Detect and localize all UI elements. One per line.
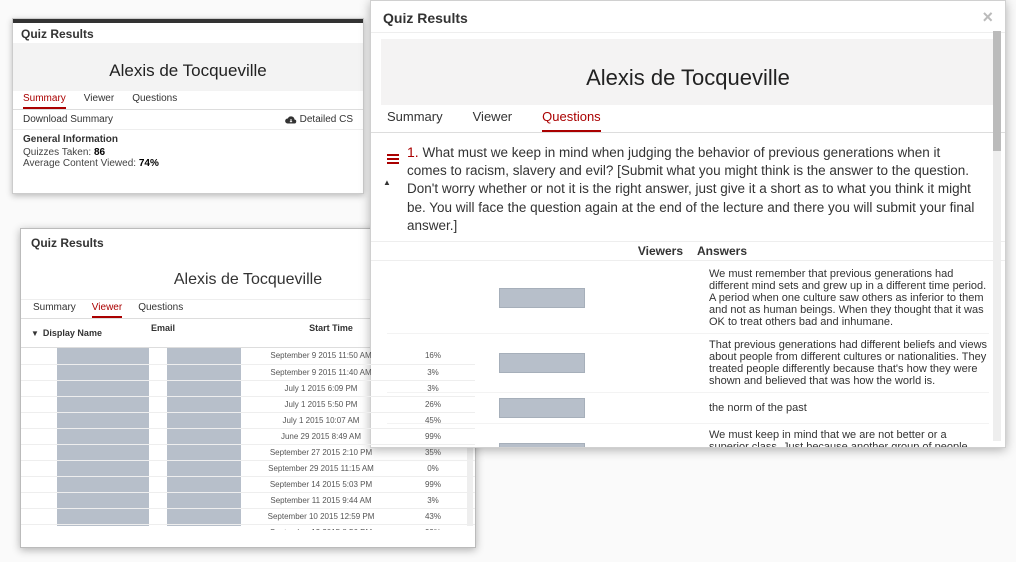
cloud-download-icon (285, 115, 297, 125)
tabs-row: Summary Viewer Questions (371, 105, 1005, 133)
cell-content-watched: 16% (391, 348, 475, 364)
col-display-name[interactable]: Display Name (31, 323, 151, 343)
avg-content-line: Average Content Viewed: 74% (23, 158, 353, 169)
avg-content-label: Average Content Viewed: (23, 158, 136, 169)
col-display-name-label: Display Name (43, 328, 102, 338)
detailed-csv-label: Detailed CS (300, 114, 353, 125)
tab-questions[interactable]: Questions (542, 109, 601, 132)
cell-content-watched: 0% (391, 460, 475, 476)
cell-start-time: September 9 2015 11:40 AM (251, 364, 391, 380)
answer-text: We must remember that previous generatio… (709, 268, 989, 328)
modal-title: Quiz Results (31, 236, 104, 250)
close-icon[interactable]: × (982, 7, 993, 28)
answer-row: the norm of the past (387, 393, 989, 424)
detailed-csv-link[interactable]: Detailed CS (285, 114, 353, 125)
table-row[interactable]: June 29 2015 8:49 AM99% (21, 428, 475, 444)
cell-content-watched: 3% (391, 380, 475, 396)
subject-hero: Alexis de Tocqueville (13, 43, 363, 91)
cell-start-time: July 1 2015 5:50 PM (251, 396, 391, 412)
sort-icon[interactable] (31, 328, 39, 338)
table-row[interactable]: September 14 2015 5:03 PM99% (21, 476, 475, 492)
answer-text: We must keep in mind that we are not bet… (709, 429, 989, 448)
table-row[interactable]: September 11 2015 9:44 AM3% (21, 492, 475, 508)
download-summary-link[interactable]: Download Summary (23, 114, 113, 125)
answer-text: the norm of the past (709, 402, 989, 414)
cell-content-watched: 43% (391, 508, 475, 524)
cell-content-watched: 45% (391, 412, 475, 428)
question-body: What must we keep in mind when judging t… (407, 145, 974, 233)
viewer-chip[interactable] (499, 353, 585, 373)
cell-start-time: September 12 2015 8:56 PM (251, 524, 391, 530)
viewer-chip[interactable] (499, 443, 585, 448)
quizzes-taken-value: 86 (94, 147, 105, 158)
hamburger-icon (387, 154, 399, 164)
quizzes-taken-line: Quizzes Taken: 86 (23, 147, 353, 158)
subject-hero: Alexis de Tocqueville (381, 39, 995, 105)
answer-row: We must remember that previous generatio… (387, 263, 989, 334)
tab-questions[interactable]: Questions (138, 302, 183, 318)
subject-name: Alexis de Tocqueville (13, 61, 363, 81)
subject-name: Alexis de Tocqueville (381, 65, 995, 91)
question-row: 1. What must we keep in mind when judgin… (371, 133, 1005, 241)
cell-content-watched: 99% (391, 476, 475, 492)
cell-start-time: September 27 2015 2:10 PM (251, 444, 391, 460)
tab-summary[interactable]: Summary (23, 93, 66, 109)
viewer-chip[interactable] (499, 398, 585, 418)
tab-questions[interactable]: Questions (132, 93, 177, 109)
col-viewers: Viewers (387, 244, 697, 258)
answers-header-row: Viewers Answers (371, 241, 1005, 261)
scrollbar[interactable] (993, 31, 1001, 441)
tab-viewer[interactable]: Viewer (84, 93, 114, 109)
viewer-chip[interactable] (499, 288, 585, 308)
summary-panel: Quiz Results Alexis de Tocqueville Summa… (12, 18, 364, 194)
question-number: 1. (407, 144, 419, 160)
avg-content-value: 74% (139, 158, 159, 169)
tab-summary[interactable]: Summary (387, 109, 443, 132)
cell-start-time: September 29 2015 11:15 AM (251, 460, 391, 476)
cell-start-time: July 1 2015 6:09 PM (251, 380, 391, 396)
question-text: 1. What must we keep in mind when judgin… (407, 143, 989, 235)
cell-content-watched: 3% (391, 364, 475, 380)
cell-start-time: September 10 2015 12:59 PM (251, 508, 391, 524)
cell-content-watched: 99% (391, 428, 475, 444)
download-row: Download Summary Detailed CS (13, 110, 363, 130)
scrollbar-thumb[interactable] (993, 31, 1001, 151)
answer-text: That previous generations had different … (709, 339, 989, 387)
col-answers: Answers (697, 244, 989, 258)
table-row[interactable]: September 9 2015 11:50 AM16% (21, 348, 475, 364)
cell-content-watched: 35% (391, 444, 475, 460)
col-email[interactable]: Email (151, 323, 261, 343)
answer-row: That previous generations had different … (387, 334, 989, 393)
table-body: September 9 2015 11:50 AM16%September 9 … (21, 348, 475, 530)
cell-start-time: June 29 2015 8:49 AM (251, 428, 391, 444)
cell-start-time: September 14 2015 5:03 PM (251, 476, 391, 492)
cell-start-time: July 1 2015 10:07 AM (251, 412, 391, 428)
table-row[interactable]: September 9 2015 11:40 AM3% (21, 364, 475, 380)
cell-content-watched: 3% (391, 492, 475, 508)
table-row[interactable]: July 1 2015 5:50 PM26% (21, 396, 475, 412)
table-row[interactable]: July 1 2015 6:09 PM3% (21, 380, 475, 396)
table-row[interactable]: September 29 2015 11:15 AM0% (21, 460, 475, 476)
general-info: General Information Quizzes Taken: 86 Av… (13, 130, 363, 173)
table-row[interactable]: September 10 2015 12:59 PM43% (21, 508, 475, 524)
modal-title: Quiz Results (383, 10, 468, 26)
tabs-row: Summary Viewer Questions (13, 91, 363, 110)
cell-content-watched: 26% (391, 396, 475, 412)
general-info-heading: General Information (23, 134, 353, 145)
cell-content-watched: 99% (391, 524, 475, 530)
cell-start-time: September 9 2015 11:50 AM (251, 348, 391, 364)
tab-viewer[interactable]: Viewer (92, 302, 122, 318)
collapse-caret-icon[interactable] (383, 177, 391, 188)
answer-row: We must keep in mind that we are not bet… (387, 424, 989, 448)
tab-summary[interactable]: Summary (33, 302, 76, 318)
tab-viewer[interactable]: Viewer (473, 109, 513, 132)
quizzes-taken-label: Quizzes Taken: (23, 147, 91, 158)
question-list-icon[interactable] (387, 145, 399, 164)
modal-title: Quiz Results (13, 23, 363, 43)
table-row[interactable]: September 27 2015 2:10 PM35% (21, 444, 475, 460)
cell-start-time: September 11 2015 9:44 AM (251, 492, 391, 508)
table-row[interactable]: September 12 2015 8:56 PM99% (21, 524, 475, 530)
table-row[interactable]: July 1 2015 10:07 AM45% (21, 412, 475, 428)
